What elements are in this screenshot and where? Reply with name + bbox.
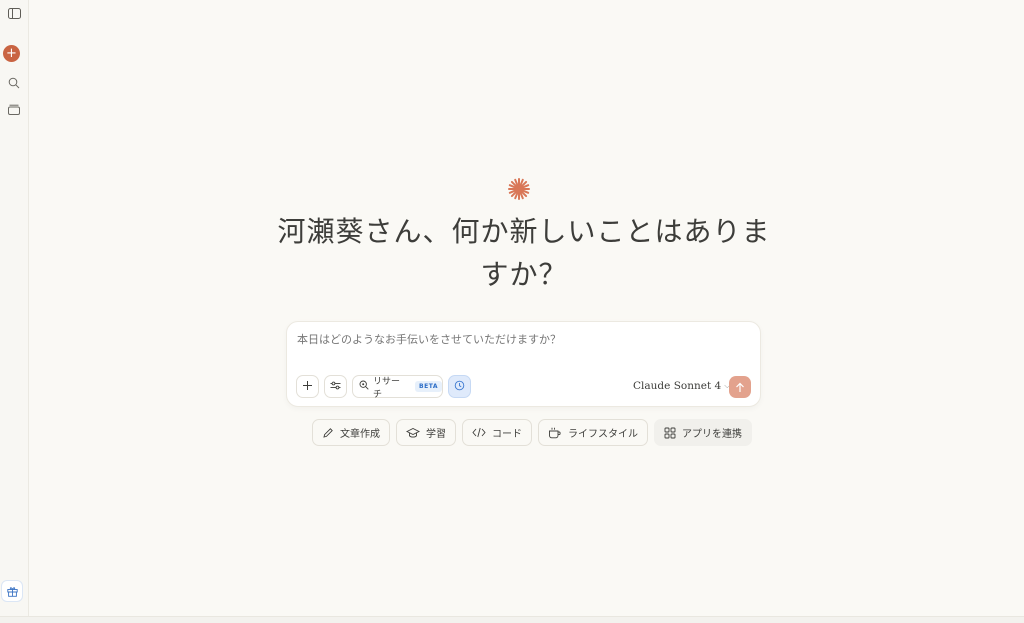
sidebar-toggle-button[interactable] bbox=[3, 2, 25, 24]
sliders-icon bbox=[330, 381, 341, 393]
chip-label: 文章作成 bbox=[340, 429, 380, 440]
research-button[interactable]: リサーチ BETA bbox=[352, 375, 443, 400]
greeting-line-1: 河瀬葵さん、何か新しいことはありま bbox=[277, 215, 771, 248]
chip-label: コード bbox=[492, 429, 522, 440]
message-composer: リサーチ BETA Claude Sonnet 4 ⌵ bbox=[286, 321, 761, 407]
coffee-cup-icon bbox=[548, 427, 562, 439]
pencil-icon bbox=[322, 427, 334, 439]
new-chat-button[interactable]: + bbox=[3, 45, 20, 62]
greeting-heading: 河瀬葵さん、何か新しいことはありま すか？ bbox=[264, 210, 784, 296]
chip-connect-apps[interactable]: アプリを連携 bbox=[654, 419, 752, 446]
add-attachment-button[interactable] bbox=[296, 375, 319, 398]
chip-lifestyle[interactable]: ライフスタイル bbox=[538, 419, 648, 446]
apps-grid-icon bbox=[664, 427, 676, 439]
plus-icon: + bbox=[6, 46, 17, 61]
archive-icon bbox=[8, 104, 20, 115]
chip-code[interactable]: コード bbox=[462, 419, 532, 446]
window-bottom-edge bbox=[0, 616, 1024, 623]
model-name: Claude Sonnet 4 bbox=[633, 380, 722, 392]
code-icon bbox=[472, 427, 486, 438]
gift-icon bbox=[6, 582, 18, 601]
chip-writing[interactable]: 文章作成 bbox=[312, 419, 390, 446]
sidebar-rail: + bbox=[0, 0, 29, 616]
tools-settings-button[interactable] bbox=[324, 375, 347, 398]
search-icon bbox=[8, 77, 20, 89]
chip-learning[interactable]: 学習 bbox=[396, 419, 456, 446]
chip-label: アプリを連携 bbox=[682, 429, 742, 440]
research-label: リサーチ bbox=[373, 376, 401, 400]
plus-icon bbox=[302, 380, 313, 394]
beta-badge: BETA bbox=[415, 381, 442, 392]
research-search-icon bbox=[359, 380, 369, 393]
app-window: + 河瀬葵さん、何か新しいことはありま すか？ 本日はどのようなお手伝いをさせて… bbox=[0, 0, 1024, 623]
projects-button[interactable] bbox=[3, 98, 25, 120]
chip-label: ライフスタイル bbox=[568, 429, 638, 440]
claude-spark-icon bbox=[507, 177, 531, 201]
sidebar-toggle-icon bbox=[7, 7, 21, 19]
graduation-cap-icon bbox=[406, 427, 420, 439]
extended-thinking-button[interactable] bbox=[448, 375, 471, 398]
gift-button[interactable] bbox=[1, 580, 23, 602]
chip-label: 学習 bbox=[426, 429, 446, 440]
clock-icon bbox=[454, 380, 465, 394]
search-chats-button[interactable] bbox=[3, 72, 25, 94]
send-button[interactable] bbox=[729, 376, 751, 398]
message-input[interactable] bbox=[297, 333, 737, 347]
greeting-line-2: すか？ bbox=[480, 258, 568, 291]
model-selector[interactable]: Claude Sonnet 4 ⌵ bbox=[633, 380, 730, 392]
suggestion-chips: 文章作成 学習 コード ライフスタイル アプリを連携 bbox=[312, 419, 752, 446]
arrow-up-icon bbox=[735, 378, 745, 397]
